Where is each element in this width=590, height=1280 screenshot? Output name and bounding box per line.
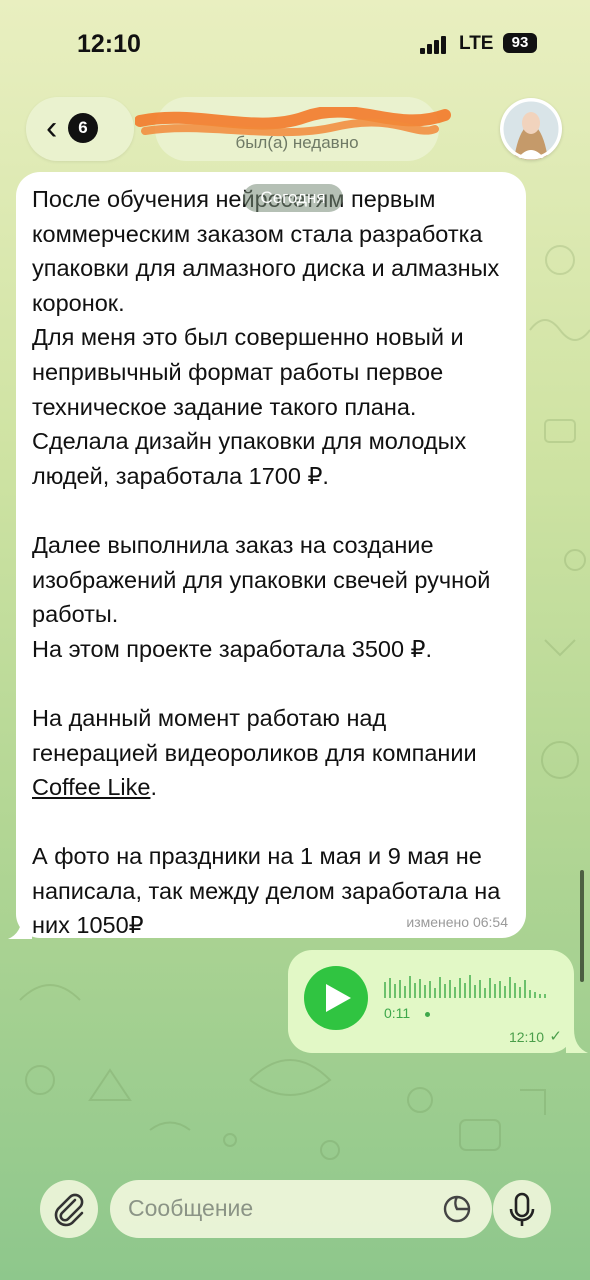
message-paragraph: На данный момент работаю над генерацией …: [32, 704, 484, 766]
message-paragraph: Далее выполнила заказ на создание изобра…: [32, 531, 491, 662]
unplayed-dot: [425, 1012, 430, 1017]
contact-status: был(а) недавно: [235, 133, 359, 152]
bubble-tail: [8, 915, 32, 939]
chevron-left-icon: ‹: [46, 109, 58, 147]
avatar[interactable]: [500, 98, 562, 160]
network-label: LTE: [459, 33, 494, 54]
status-bar: 12:10 LTE 93: [0, 0, 590, 90]
battery-icon: 93: [503, 33, 537, 53]
edited-timestamp: изменено 06:54: [406, 914, 508, 930]
date-separator: Сегодня: [243, 184, 343, 212]
message-input[interactable]: Сообщение: [110, 1180, 492, 1238]
incoming-message-bubble[interactable]: После обучения нейросетям первым коммерч…: [16, 172, 526, 938]
status-time: 12:10: [77, 30, 141, 58]
message-punctuation: .: [150, 774, 157, 801]
chat-title[interactable]: был(а) недавно: [135, 97, 451, 161]
attach-button[interactable]: [40, 1180, 98, 1238]
unread-count-badge: 6: [68, 113, 98, 143]
back-button[interactable]: ‹ 6: [26, 97, 134, 161]
play-button[interactable]: [304, 966, 368, 1030]
bubble-tail: [566, 1029, 588, 1053]
message-time: 12:10: [508, 1029, 544, 1045]
waveform[interactable]: [384, 974, 550, 998]
message-input-placeholder: Сообщение: [128, 1195, 254, 1221]
microphone-button[interactable]: [493, 1180, 551, 1238]
sticker-icon[interactable]: [442, 1194, 472, 1224]
coffee-like-link[interactable]: Coffee Like: [32, 774, 150, 800]
read-check-icon: ✓: [549, 1028, 562, 1045]
signal-icon: [420, 36, 452, 54]
microphone-icon: [509, 1192, 535, 1226]
voice-duration: 0:11: [384, 1005, 411, 1021]
paperclip-icon: [54, 1193, 84, 1227]
scrollbar[interactable]: [580, 870, 584, 982]
message-paragraph: После обучения нейросетям первым коммерч…: [32, 186, 500, 489]
play-icon: [326, 984, 351, 1012]
message-text: После обучения нейросетям первым коммерч…: [32, 182, 517, 943]
outgoing-voice-message[interactable]: 0:11 12:10 ✓: [288, 950, 574, 1053]
